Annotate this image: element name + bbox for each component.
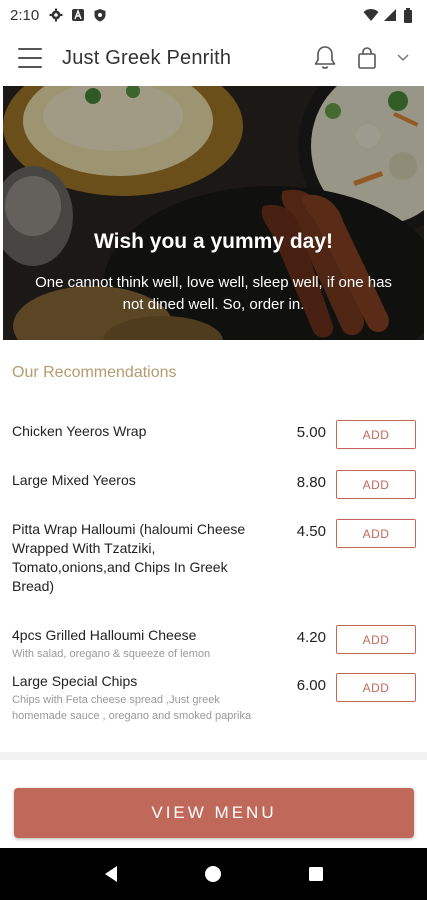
recommendations-heading: Our Recommendations bbox=[12, 364, 177, 381]
add-button[interactable]: ADD bbox=[336, 625, 416, 654]
system-nav-bar bbox=[0, 848, 427, 900]
item-name: Large Mixed Yeeros bbox=[12, 472, 136, 488]
back-icon[interactable] bbox=[99, 862, 123, 886]
item-name: 4pcs Grilled Halloumi Cheese bbox=[12, 627, 197, 643]
shield-icon bbox=[93, 8, 107, 22]
hero-banner: Wish you a yummy day! One cannot think w… bbox=[3, 86, 424, 340]
hero-subtitle: One cannot think well, love well, sleep … bbox=[35, 274, 392, 313]
item-price: 5.00 bbox=[296, 424, 326, 441]
home-icon[interactable] bbox=[201, 862, 225, 886]
hero-title: Wish you a yummy day! bbox=[93, 230, 334, 253]
add-button[interactable]: ADD bbox=[336, 470, 416, 499]
bell-icon[interactable] bbox=[311, 44, 339, 72]
add-button[interactable]: ADD bbox=[336, 673, 416, 702]
signal-icon bbox=[383, 8, 397, 22]
item-price: 6.00 bbox=[296, 677, 326, 694]
item-name-block: 4pcs Grilled Halloumi Cheese With salad,… bbox=[12, 626, 262, 662]
app-title: Just Greek Penrith bbox=[62, 46, 232, 69]
menu-icon[interactable] bbox=[18, 48, 42, 68]
shopping-bag-icon[interactable] bbox=[353, 44, 381, 72]
recents-icon[interactable] bbox=[304, 862, 328, 886]
view-menu-button[interactable]: VIEW MENU bbox=[14, 788, 414, 838]
battery-icon bbox=[403, 8, 417, 23]
a-icon bbox=[71, 8, 85, 22]
status-time: 2:10 bbox=[10, 6, 40, 24]
add-button[interactable]: ADD bbox=[336, 519, 416, 548]
item-name-block: Large Special Chips Chips with Feta chee… bbox=[12, 672, 262, 724]
item-price: 4.50 bbox=[296, 523, 326, 540]
status-bar: 2:10 bbox=[0, 0, 427, 30]
add-button[interactable]: ADD bbox=[336, 420, 416, 449]
gear-icon bbox=[49, 8, 63, 22]
item-name: Pitta Wrap Halloumi (haloumi Cheese Wrap… bbox=[12, 521, 246, 594]
app-bar: Just Greek Penrith bbox=[0, 30, 427, 86]
item-name: Large Special Chips bbox=[12, 673, 138, 689]
wifi-icon bbox=[363, 8, 379, 22]
chevron-down-icon[interactable] bbox=[395, 44, 411, 72]
item-description: With salad, oregano & squeeze of lemon bbox=[12, 648, 211, 660]
section-divider bbox=[0, 752, 427, 760]
item-price: 8.80 bbox=[296, 474, 326, 491]
item-description: Chips with Feta cheese spread ,Just gree… bbox=[12, 694, 252, 722]
item-name: Chicken Yeeros Wrap bbox=[12, 423, 147, 439]
item-price: 4.20 bbox=[296, 629, 326, 646]
